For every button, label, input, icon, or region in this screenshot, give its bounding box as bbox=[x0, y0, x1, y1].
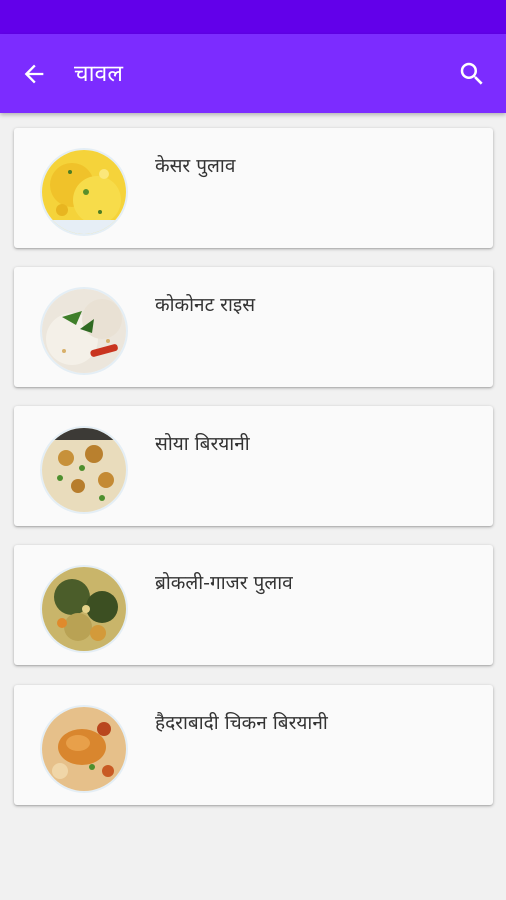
app-bar: चावल bbox=[0, 34, 506, 113]
recipe-card[interactable]: ब्रोकली-गाजर पुलाव bbox=[14, 545, 493, 665]
recipe-title: सोया बिरयानी bbox=[155, 433, 250, 455]
coconut-rice-image bbox=[42, 289, 126, 373]
broccoli-carrot-pulao-image bbox=[42, 567, 126, 651]
recipe-title: हैदराबादी चिकन बिरयानी bbox=[155, 712, 328, 734]
search-button[interactable] bbox=[454, 56, 490, 92]
page-title: चावल bbox=[74, 61, 123, 87]
saffron-pulao-image bbox=[42, 150, 126, 234]
back-button[interactable] bbox=[16, 56, 52, 92]
recipe-card[interactable]: कोकोनट राइस bbox=[14, 267, 493, 387]
search-icon bbox=[460, 62, 483, 85]
recipe-title: केसर पुलाव bbox=[155, 155, 236, 177]
recipe-title: ब्रोकली-गाजर पुलाव bbox=[155, 572, 293, 594]
recipe-card[interactable]: सोया बिरयानी bbox=[14, 406, 493, 526]
recipe-title: कोकोनट राइस bbox=[155, 294, 256, 316]
recipe-card[interactable]: केसर पुलाव bbox=[14, 128, 493, 248]
soya-biryani-image bbox=[42, 428, 126, 512]
status-bar bbox=[0, 0, 506, 34]
hyderabadi-chicken-biryani-image bbox=[42, 707, 126, 791]
recipe-card[interactable]: हैदराबादी चिकन बिरयानी bbox=[14, 685, 493, 805]
arrow-left-icon bbox=[24, 64, 44, 84]
